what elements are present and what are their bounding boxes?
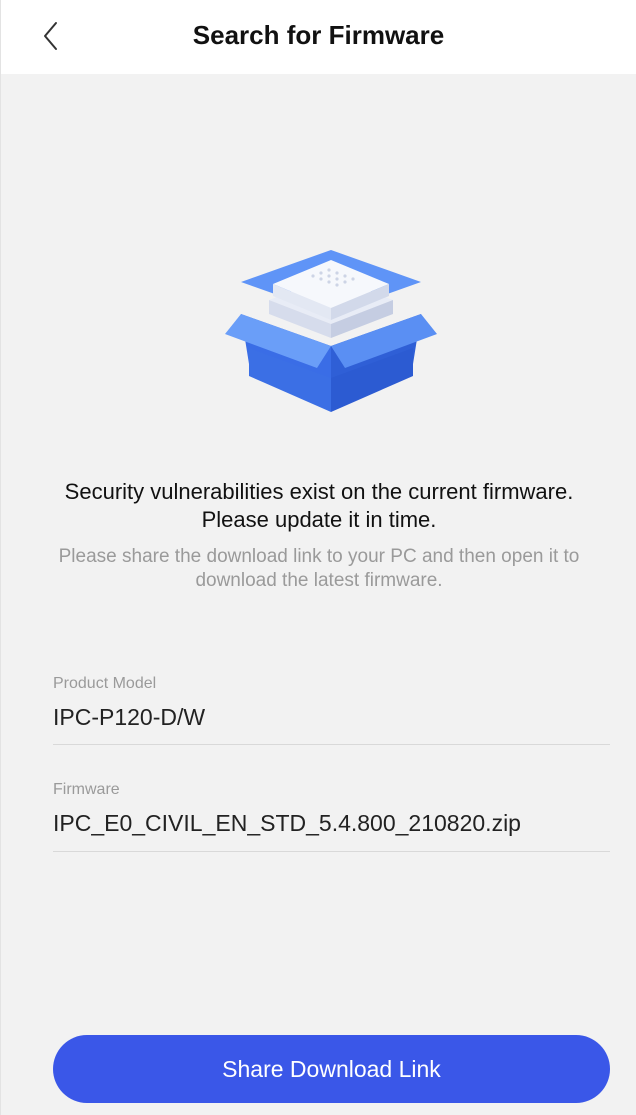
instruction-text: Please share the download link to your P… <box>58 546 580 591</box>
firmware-box-icon <box>221 236 441 416</box>
top-bar: Search for Firmware <box>1 0 636 74</box>
app-screen: Search for Firmware Security vulnerabili… <box>0 0 636 1115</box>
product-model-label: Product Model <box>53 675 157 692</box>
product-model-value: IPC-P120-D/W <box>53 704 206 730</box>
product-model-field: Product Model IPC-P120-D/W <box>53 674 610 745</box>
page-title: Search for Firmware <box>192 20 445 50</box>
firmware-label: Firmware <box>53 781 120 798</box>
share-download-link-button[interactable]: Share Download Link <box>53 1035 610 1103</box>
firmware-field: Firmware IPC_E0_CIVIL_EN_STD_5.4.800_210… <box>53 780 610 852</box>
security-warning-text: Security vulnerabilities exist on the cu… <box>64 479 574 532</box>
firmware-value: IPC_E0_CIVIL_EN_STD_5.4.800_210820.zip <box>53 810 521 836</box>
